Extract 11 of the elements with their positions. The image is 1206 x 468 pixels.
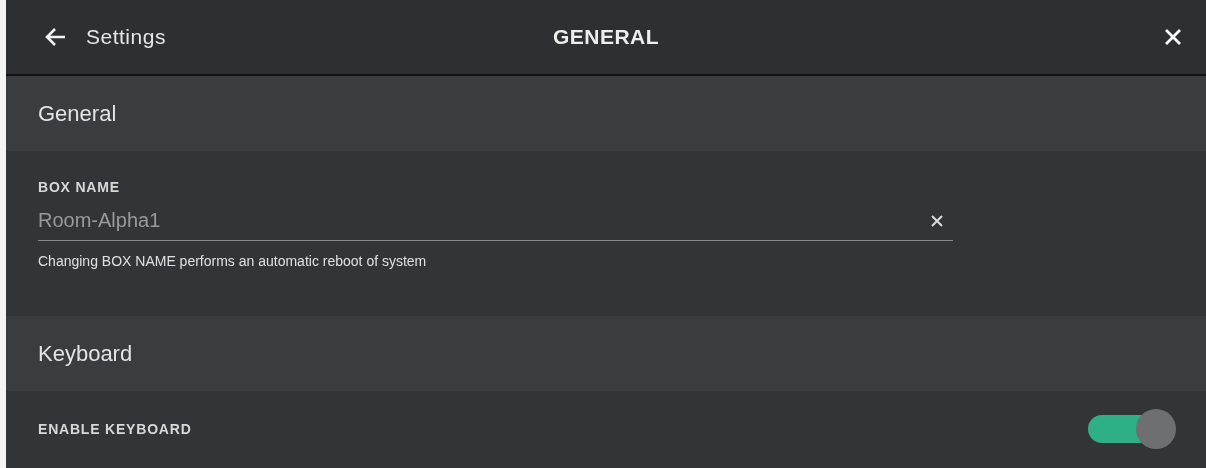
- back-button[interactable]: Settings: [44, 25, 166, 49]
- toggle-label: ENABLE KEYBOARD: [38, 420, 192, 437]
- page-title: GENERAL: [552, 25, 660, 49]
- toggle-switch[interactable]: [1088, 408, 1176, 449]
- clear-icon[interactable]: [931, 214, 943, 227]
- field-hint: Changing BOX NAME performs an automatic reboot of system: [38, 253, 428, 269]
- back-arrow-icon: [44, 27, 66, 47]
- field-label: BOX NAME: [38, 179, 121, 195]
- text-field[interactable]: Room-Alpha1: [38, 209, 931, 232]
- section-title: General: [38, 100, 117, 127]
- section-title: Keyboard: [38, 340, 133, 367]
